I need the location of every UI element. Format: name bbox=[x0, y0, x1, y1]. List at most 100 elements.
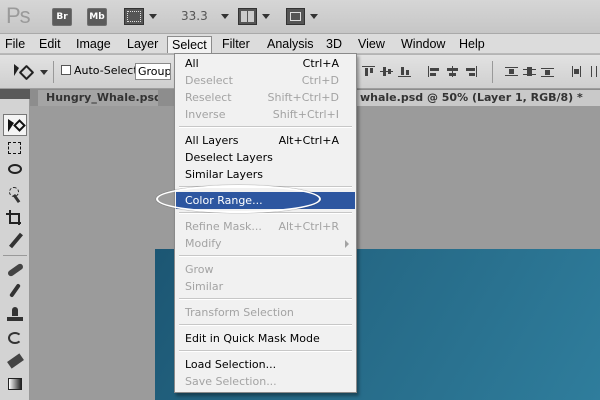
launch-bridge-button[interactable]: Br bbox=[52, 8, 72, 26]
tools-divider bbox=[3, 255, 27, 256]
zoom-dropdown-icon[interactable] bbox=[221, 14, 229, 19]
screen-mode-icon[interactable] bbox=[286, 8, 305, 25]
menu-edit[interactable]: Edit bbox=[35, 36, 65, 53]
menu-filter[interactable]: Filter bbox=[218, 36, 254, 53]
menu-window[interactable]: Window bbox=[397, 36, 449, 53]
stamp-icon bbox=[12, 307, 18, 316]
clone-stamp-tool[interactable] bbox=[3, 305, 27, 327]
item-label: Similar bbox=[185, 280, 224, 293]
tools-panel-grip[interactable] bbox=[0, 89, 30, 99]
checkbox-box[interactable] bbox=[61, 65, 71, 75]
menu-separator bbox=[179, 212, 352, 214]
healing-brush-tool[interactable] bbox=[3, 259, 27, 281]
distribute-horizontal-center-icon[interactable] bbox=[588, 66, 600, 77]
menu-help[interactable]: Help bbox=[455, 36, 489, 53]
menu-item-all[interactable]: All Ctrl+A bbox=[176, 55, 355, 72]
menu-item-transform-selection[interactable]: Transform Selection bbox=[176, 304, 355, 321]
eyedropper-icon bbox=[9, 232, 23, 249]
menu-item-deselect[interactable]: Deselect Ctrl+D bbox=[176, 72, 355, 89]
item-label: Deselect bbox=[185, 74, 233, 87]
options-divider bbox=[53, 61, 54, 83]
menu-item-load-selection[interactable]: Load Selection... bbox=[176, 356, 355, 373]
options-divider bbox=[492, 61, 493, 83]
menu-file[interactable]: File bbox=[1, 36, 29, 53]
menu-item-all-layers[interactable]: All Layers Alt+Ctrl+A bbox=[176, 132, 355, 149]
item-shortcut: Shift+Ctrl+D bbox=[267, 91, 339, 104]
distribute-vertical-center-icon[interactable] bbox=[523, 66, 536, 77]
menu-item-inverse[interactable]: Inverse Shift+Ctrl+I bbox=[176, 106, 355, 123]
move-tool-preset-icon[interactable] bbox=[14, 64, 35, 81]
marquee-tool[interactable] bbox=[3, 138, 27, 160]
item-label: Similar Layers bbox=[185, 168, 264, 181]
menu-item-deselect-layers[interactable]: Deselect Layers bbox=[176, 149, 355, 166]
screen-mode-dropdown-icon[interactable] bbox=[310, 14, 318, 19]
lasso-tool[interactable] bbox=[3, 161, 27, 183]
view-extras-dropdown-icon[interactable] bbox=[149, 14, 157, 19]
menu-item-save-selection[interactable]: Save Selection... bbox=[176, 373, 355, 390]
menu-layer[interactable]: Layer bbox=[123, 36, 162, 53]
marquee-icon bbox=[8, 142, 21, 154]
item-shortcut: Alt+Ctrl+A bbox=[278, 134, 339, 147]
menu-3d[interactable]: 3D bbox=[322, 36, 346, 53]
menu-separator bbox=[179, 350, 352, 352]
align-horizontal-center-icon[interactable] bbox=[446, 66, 459, 77]
brush-icon bbox=[9, 283, 21, 298]
align-left-icon[interactable] bbox=[428, 66, 441, 77]
zoom-level[interactable]: 33.3 bbox=[181, 9, 208, 23]
auto-select-checkbox[interactable]: Auto-Select: bbox=[61, 64, 141, 77]
menu-item-quick-mask[interactable]: Edit in Quick Mask Mode bbox=[176, 330, 355, 347]
auto-select-target-select[interactable]: Group bbox=[135, 63, 171, 80]
history-brush-tool[interactable] bbox=[3, 328, 27, 350]
arrange-documents-icon[interactable] bbox=[238, 8, 257, 25]
item-shortcut: Ctrl+A bbox=[302, 57, 339, 70]
auto-select-label: Auto-Select: bbox=[74, 64, 142, 77]
crop-tool[interactable] bbox=[3, 207, 27, 229]
arrange-dropdown-icon[interactable] bbox=[262, 14, 270, 19]
menu-view[interactable]: View bbox=[354, 36, 389, 53]
move-tool[interactable] bbox=[3, 114, 27, 136]
eyedropper-tool[interactable] bbox=[3, 230, 27, 252]
menu-separator bbox=[179, 298, 352, 300]
align-right-icon[interactable] bbox=[464, 66, 477, 77]
menu-item-reselect[interactable]: Reselect Shift+Ctrl+D bbox=[176, 89, 355, 106]
menu-separator bbox=[179, 255, 352, 257]
menu-separator bbox=[179, 126, 352, 128]
item-label: Color Range... bbox=[185, 194, 263, 207]
menu-analysis[interactable]: Analysis bbox=[263, 36, 318, 53]
menu-bar: File Edit Image Layer Select Filter Anal… bbox=[0, 34, 600, 54]
item-label: Save Selection... bbox=[185, 375, 277, 388]
tool-preset-dropdown-icon[interactable] bbox=[40, 70, 48, 75]
menu-item-modify[interactable]: Modify bbox=[176, 235, 355, 252]
launch-minibridge-button[interactable]: Mb bbox=[87, 8, 107, 26]
distribute-left-icon[interactable] bbox=[571, 66, 584, 77]
filmstrip-icon[interactable] bbox=[124, 8, 144, 25]
quick-selection-tool[interactable] bbox=[3, 184, 27, 206]
tab-hungry-whale[interactable]: Hungry_Whale.psd @ bbox=[38, 90, 158, 106]
move-cross-icon bbox=[13, 119, 26, 132]
align-bottom-icon[interactable] bbox=[398, 66, 411, 77]
brush-tool[interactable] bbox=[3, 282, 27, 304]
gradient-tool[interactable] bbox=[3, 374, 27, 396]
menu-item-color-range[interactable]: Color Range... bbox=[176, 192, 355, 209]
item-shortcut: Ctrl+D bbox=[301, 74, 339, 87]
item-shortcut: Shift+Ctrl+I bbox=[272, 108, 339, 121]
item-label: Deselect Layers bbox=[185, 151, 273, 164]
menu-item-similar-layers[interactable]: Similar Layers bbox=[176, 166, 355, 183]
eraser-tool[interactable] bbox=[3, 351, 27, 373]
distribute-bottom-icon[interactable] bbox=[541, 66, 554, 77]
menu-item-similar[interactable]: Similar bbox=[176, 278, 355, 295]
menu-select[interactable]: Select bbox=[167, 36, 212, 53]
align-top-icon[interactable] bbox=[362, 66, 375, 77]
history-brush-icon bbox=[8, 332, 22, 344]
select-menu-dropdown: All Ctrl+A Deselect Ctrl+D Reselect Shift+C… bbox=[174, 53, 357, 393]
menu-image[interactable]: Image bbox=[72, 36, 115, 53]
distribute-top-icon[interactable] bbox=[505, 66, 518, 77]
lasso-icon bbox=[8, 164, 22, 174]
bandage-icon bbox=[6, 262, 25, 278]
menu-item-grow[interactable]: Grow bbox=[176, 261, 355, 278]
submenu-arrow-icon bbox=[345, 240, 349, 248]
tab-whale[interactable]: whale.psd @ 50% (Layer 1, RGB/8) * bbox=[352, 90, 600, 106]
menu-item-refine-mask[interactable]: Refine Mask... Alt+Ctrl+R bbox=[176, 218, 355, 235]
item-label: Grow bbox=[185, 263, 214, 276]
align-vertical-center-icon[interactable] bbox=[380, 66, 393, 77]
